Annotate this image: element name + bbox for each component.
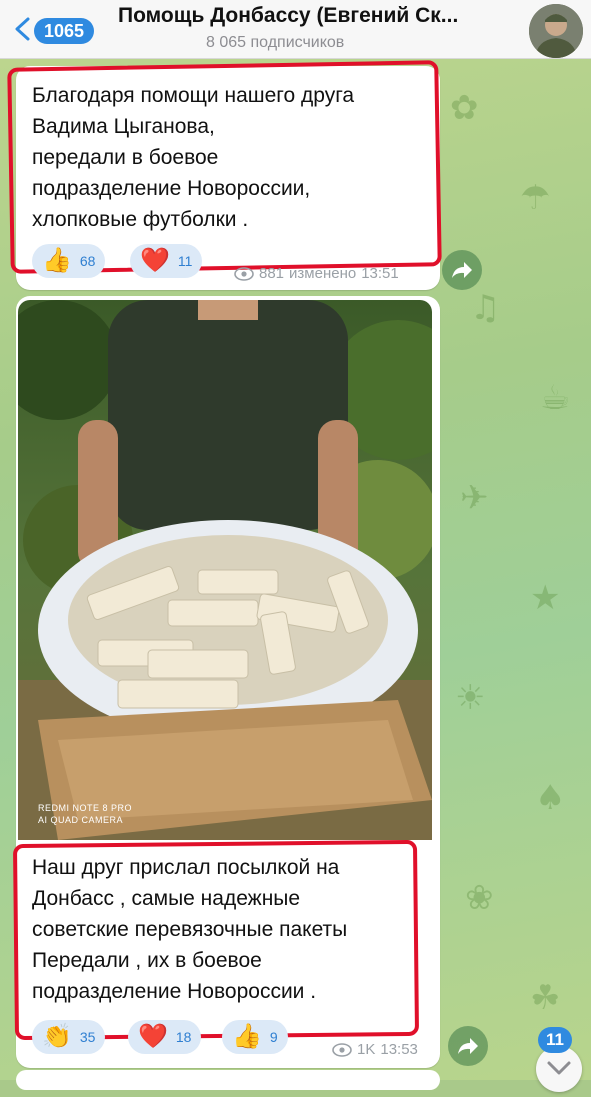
- reaction-thumbs-up[interactable]: 👍 68: [32, 244, 106, 278]
- reaction-clap[interactable]: 👏 35: [32, 1020, 106, 1054]
- reaction-count: 18: [175, 1029, 192, 1045]
- channel-avatar[interactable]: [529, 4, 583, 58]
- doodle-icon: ☀: [455, 678, 486, 718]
- back-unread-badge[interactable]: 1065: [34, 18, 95, 44]
- channel-title[interactable]: Помощь Донбассу (Евгений Ск...: [118, 4, 518, 28]
- reaction-count: 9: [269, 1029, 278, 1045]
- views-eye-icon: [234, 266, 254, 281]
- share-arrow-icon: [458, 1038, 478, 1054]
- doodle-icon: ✈: [460, 478, 489, 518]
- message-text: Благодаря помощи нашего друга Вадима Цыг…: [32, 84, 355, 231]
- subscriber-count: 8 065 подписчиков: [206, 34, 345, 51]
- edited-label: изменено: [289, 265, 357, 282]
- clap-icon: 👏: [42, 1023, 72, 1050]
- share-arrow-icon: [452, 262, 472, 278]
- doodle-icon: ★: [530, 578, 561, 618]
- share-button[interactable]: [442, 250, 482, 290]
- reaction-count: 35: [79, 1029, 96, 1045]
- doodle-icon: ♫: [470, 288, 501, 328]
- reaction-count: 11: [177, 253, 193, 269]
- heart-icon: ❤️: [140, 247, 170, 274]
- doodle-icon: ✿: [450, 88, 479, 128]
- message-meta: 881 изменено 13:51: [234, 265, 399, 282]
- reaction-heart[interactable]: ❤️ 18: [128, 1020, 202, 1054]
- thumbs-up-icon: 👍: [42, 247, 72, 274]
- view-count: 881: [259, 265, 285, 282]
- message-time: 13:53: [380, 1041, 418, 1058]
- photo-image: [18, 300, 432, 840]
- camera-watermark: REDMI NOTE 8 PRO AI QUAD CAMERA: [38, 803, 133, 825]
- view-count: 1K: [357, 1041, 376, 1058]
- reaction-heart[interactable]: ❤️ 11: [130, 244, 203, 278]
- reaction-thumbs-up[interactable]: 👍 9: [222, 1020, 288, 1054]
- unread-count-badge[interactable]: 11: [538, 1027, 572, 1053]
- chat-header: 1065 Помощь Донбассу (Евгений Ск... 8 06…: [0, 0, 591, 59]
- doodle-icon: ♠: [535, 778, 566, 818]
- message-photo[interactable]: REDMI NOTE 8 PRO AI QUAD CAMERA: [18, 300, 432, 840]
- doodle-icon: ❀: [465, 878, 494, 918]
- message-time: 13:51: [361, 265, 399, 282]
- share-button[interactable]: [448, 1026, 488, 1066]
- doodle-icon: ☕: [540, 378, 571, 418]
- next-message-bubble[interactable]: [16, 1070, 440, 1090]
- doodle-icon: ☘: [530, 978, 561, 1018]
- doodle-icon: ☂: [520, 178, 551, 218]
- reaction-count: 68: [79, 253, 96, 269]
- message-meta: 1K 13:53: [332, 1041, 418, 1058]
- views-eye-icon: [332, 1042, 352, 1057]
- thumbs-up-icon: 👍: [232, 1023, 262, 1050]
- heart-icon: ❤️: [138, 1023, 168, 1050]
- message-text: Наш друг прислал посылкой на Донбасс , с…: [32, 856, 348, 1003]
